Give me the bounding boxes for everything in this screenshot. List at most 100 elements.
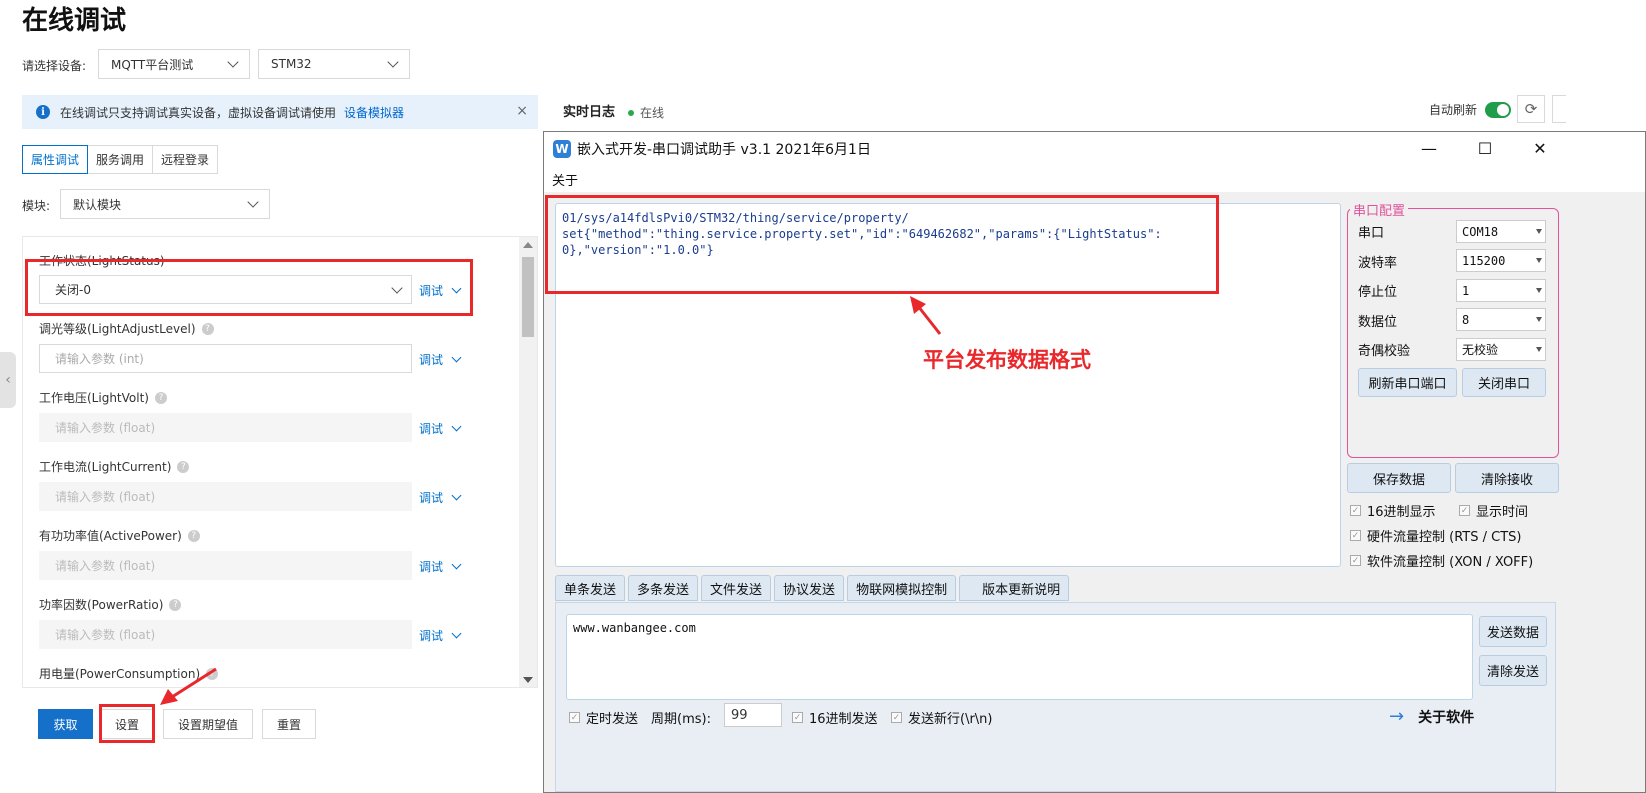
checkbox-icon: ✓ (1459, 505, 1470, 516)
online-status: 在线 (628, 104, 664, 121)
debug-toggle[interactable]: 调试 (419, 351, 462, 368)
help-icon[interactable]: ? (201, 322, 214, 335)
hex-send-checkbox[interactable]: ✓ 16进制发送 (792, 708, 878, 727)
scroll-up-icon[interactable] (523, 242, 533, 248)
collapse-left-icon[interactable]: ‹ (0, 352, 16, 408)
tab-file-send[interactable]: 文件发送 (701, 575, 772, 601)
baud-select[interactable]: 115200 (1456, 249, 1546, 272)
port-select[interactable]: COM18 (1456, 220, 1546, 243)
scrollbar[interactable] (519, 237, 537, 687)
power-consumption-input (39, 687, 412, 688)
product-select[interactable]: MQTT平台测试 (98, 49, 250, 79)
tab-version-notes[interactable]: 版本更新说明 (959, 575, 1070, 601)
get-button[interactable]: 获取 (38, 709, 93, 739)
send-input[interactable]: www.wanbangee.com (566, 614, 1473, 700)
device-select[interactable]: STM32 (258, 49, 410, 79)
auto-refresh-toggle[interactable] (1485, 101, 1512, 118)
close-icon[interactable]: ✕ (1530, 139, 1550, 158)
clear-receive-button[interactable]: 清除接收 (1455, 463, 1559, 493)
parity-select[interactable]: 无校验 (1456, 338, 1546, 361)
tab-iot-sim[interactable]: 物联网模拟控制 (847, 575, 957, 601)
port-config-group (1347, 208, 1559, 458)
more-icon[interactable] (1552, 95, 1566, 123)
timed-send-checkbox[interactable]: ✓ 定时发送 (569, 708, 638, 727)
scrollbar-thumb[interactable] (522, 257, 534, 337)
highlight-box (25, 259, 473, 316)
send-data-button[interactable]: 发送数据 (1479, 616, 1547, 647)
refresh-icon[interactable]: ⟳ (1517, 95, 1545, 123)
clear-send-button[interactable]: 清除发送 (1479, 655, 1547, 686)
serial-assistant-window: W 嵌入式开发-串口调试助手 v3.1 2021年6月1日 — ☐ ✕ 关于 0… (543, 131, 1646, 793)
checkbox-icon: ✓ (1350, 505, 1361, 516)
send-newline-checkbox[interactable]: ✓ 发送新行(\r\n) (891, 708, 993, 727)
reset-button[interactable]: 重置 (262, 709, 316, 739)
help-icon[interactable]: ? (187, 529, 200, 542)
device-simulator-link[interactable]: 设备模拟器 (344, 104, 404, 121)
tab-protocol-send[interactable]: 协议发送 (774, 575, 845, 601)
field-label: 工作电流(LightCurrent)? (39, 458, 190, 475)
minimize-icon[interactable]: — (1419, 139, 1439, 158)
tab-property-debug[interactable]: 属性调试 (22, 145, 89, 174)
device-label: 请选择设备: (22, 59, 87, 73)
debug-toggle[interactable]: 调试 (419, 489, 462, 506)
help-icon[interactable]: ? (177, 460, 190, 473)
data-bits-select[interactable]: 8 (1456, 308, 1546, 331)
maximize-icon[interactable]: ☐ (1475, 139, 1495, 158)
light-adjust-level-input[interactable]: 请输入参数 (int) (39, 344, 412, 373)
stop-bits-select[interactable]: 1 (1456, 279, 1546, 302)
debug-toggle[interactable]: 调试 (419, 627, 462, 644)
close-port-button[interactable]: 关闭串口 (1462, 368, 1546, 397)
dropdown-icon (1536, 317, 1542, 322)
checkbox-icon: ✓ (891, 712, 902, 723)
debug-toggle[interactable]: 调试 (419, 420, 462, 437)
about-software-link[interactable]: → 关于软件 (1389, 706, 1474, 727)
info-text: 在线调试只支持调试真实设备，虚拟设备调试请使用 (60, 105, 337, 120)
xon-xoff-checkbox[interactable]: ✓ 软件流量控制 (XON / XOFF) (1350, 551, 1533, 570)
baud-label: 波特率 (1358, 256, 1398, 271)
parity-label: 奇偶校验 (1358, 344, 1411, 359)
module-label: 模块: (22, 199, 51, 213)
chevron-down-icon (451, 490, 462, 501)
menubar: 关于 (544, 166, 1645, 192)
send-tabs: 单条发送 多条发送 文件发送 协议发送 物联网模拟控制 版本更新说明 (555, 575, 1072, 601)
highlight-box (545, 195, 1219, 294)
tab-service-call[interactable]: 服务调用 (87, 145, 154, 174)
checkbox-icon: ✓ (1350, 530, 1361, 541)
page-title: 在线调试 (22, 6, 127, 36)
annotation-arrow (160, 667, 217, 705)
period-spinner[interactable]: 99 (724, 703, 782, 727)
refresh-ports-button[interactable]: 刷新串口端口 (1358, 368, 1457, 397)
product-select-value: MQTT平台测试 (111, 57, 194, 72)
rts-cts-checkbox[interactable]: ✓ 硬件流量控制 (RTS / CTS) (1350, 526, 1521, 545)
close-icon[interactable]: × (516, 103, 528, 119)
device-select-value: STM32 (271, 57, 312, 71)
arrow-right-icon: → (1389, 706, 1405, 727)
dropdown-icon (1536, 347, 1542, 352)
tab-remote-login[interactable]: 远程登录 (152, 145, 219, 174)
show-time-checkbox[interactable]: ✓ 显示时间 (1459, 501, 1528, 520)
set-expected-button[interactable]: 设置期望值 (163, 709, 253, 739)
field-label: 调光等级(LightAdjustLevel)? (39, 320, 214, 337)
dropdown-icon (1536, 229, 1542, 234)
debug-toggle[interactable]: 调试 (419, 558, 462, 575)
save-data-button[interactable]: 保存数据 (1347, 463, 1451, 493)
checkbox-icon: ✓ (792, 712, 803, 723)
module-select[interactable]: 默认模块 (60, 189, 270, 219)
help-icon[interactable]: ? (154, 391, 167, 404)
light-current-input: 请输入参数 (float) (39, 482, 412, 511)
status-dot (628, 109, 634, 116)
tab-single-send[interactable]: 单条发送 (555, 575, 626, 601)
chevron-down-icon (451, 421, 462, 432)
dropdown-icon (1536, 258, 1542, 263)
port-config-title: 串口配置 (1350, 200, 1409, 219)
data-bits-label: 数据位 (1358, 315, 1398, 330)
scroll-down-icon[interactable] (523, 677, 533, 683)
chevron-down-icon (451, 559, 462, 570)
tab-multi-send[interactable]: 多条发送 (628, 575, 699, 601)
hex-display-checkbox[interactable]: ✓ 16进制显示 (1350, 501, 1436, 520)
chevron-down-icon (387, 56, 399, 68)
period-label: 周期(ms): (651, 712, 711, 727)
active-power-input: 请输入参数 (float) (39, 551, 412, 580)
menu-about[interactable]: 关于 (552, 170, 578, 189)
help-icon[interactable]: ? (169, 598, 182, 611)
